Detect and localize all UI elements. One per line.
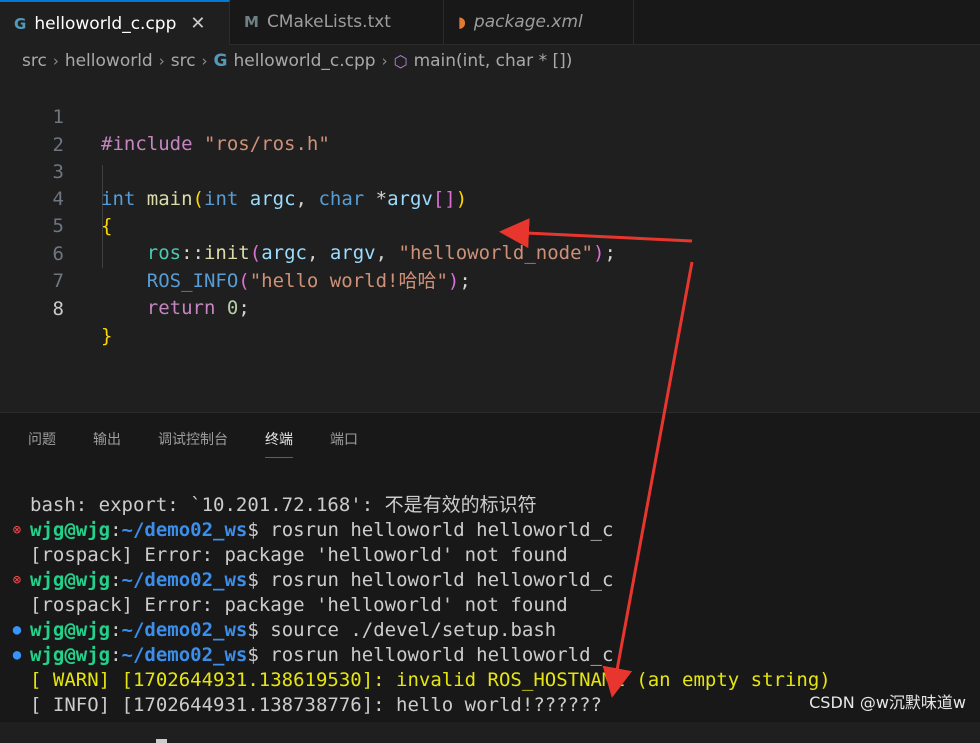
token: return — [146, 297, 216, 319]
tab-problems[interactable]: 问题 — [28, 429, 56, 458]
success-dot-icon[interactable]: ● — [8, 643, 26, 668]
tab-terminal[interactable]: 终端 — [265, 429, 293, 458]
terminal-cursor — [155, 739, 167, 743]
terminal-line: [rospack] Error: package 'helloworld' no… — [30, 594, 568, 616]
breadcrumb-item[interactable]: src — [22, 51, 47, 71]
watermark: CSDN @w沉默味道w — [809, 693, 966, 712]
token: 0 — [226, 297, 239, 319]
tab-ports[interactable]: 端口 — [330, 429, 358, 458]
tab-helloworld-cpp[interactable]: G helloworld_c.cpp ✕ — [0, 0, 230, 45]
code-line-3[interactable]: 3 int main(int argc, char *argv[]) — [0, 132, 980, 210]
tab-label: CMakeLists.txt — [266, 12, 391, 32]
breadcrumb-item[interactable]: helloworld — [65, 51, 153, 71]
terminal-line: ⊗ wjg@wjg:~/demo02_ws$ rosrun helloworld … — [8, 568, 831, 593]
chevron-right-icon: › — [201, 52, 208, 70]
success-dot-icon[interactable]: ● — [8, 618, 26, 643]
code-line-6[interactable]: 6 ROS_INFO("hello world!哈哈"); — [0, 214, 980, 292]
code-line-5[interactable]: 5 ros::init(argc, argv, "helloworld_node… — [0, 186, 980, 264]
error-circle-icon[interactable]: ⊗ — [8, 518, 26, 543]
tab-output[interactable]: 输出 — [93, 429, 121, 458]
line-number: 8 — [52, 298, 64, 320]
breadcrumb-item[interactable]: helloworld_c.cpp — [234, 51, 376, 71]
tab-cmakelists[interactable]: M CMakeLists.txt — [230, 0, 444, 44]
token: } — [101, 325, 113, 347]
breadcrumb-item[interactable]: src — [171, 51, 196, 71]
terminal-prompt-line — [8, 718, 831, 743]
terminal-warn-line: [ WARN] [1702644931.138619530]: invalid … — [30, 669, 831, 691]
rss-file-icon: ◗ — [458, 13, 466, 31]
tab-package-xml[interactable]: ◗ package.xml — [444, 0, 634, 44]
cmake-file-icon: M — [244, 13, 259, 31]
token: ; — [238, 297, 250, 319]
editor-tab-bar: G helloworld_c.cpp ✕ M CMakeLists.txt ◗ … — [0, 0, 980, 45]
code-line-2[interactable]: 2 — [0, 105, 980, 156]
close-icon[interactable]: ✕ — [190, 13, 205, 34]
terminal-line: ⊗ wjg@wjg:~/demo02_ws$ rosrun helloworld … — [8, 518, 831, 543]
terminal-info-line: [ INFO] [1702644931.138738776]: hello wo… — [30, 694, 602, 716]
tab-label: helloworld_c.cpp — [34, 13, 177, 34]
panel-tabs: 问题 输出 调试控制台 终端 端口 — [28, 429, 395, 458]
tab-debug-console[interactable]: 调试控制台 — [158, 429, 228, 458]
chevron-right-icon: › — [381, 52, 388, 70]
error-circle-icon[interactable]: ⊗ — [8, 568, 26, 593]
terminal-line: ● wjg@wjg:~/demo02_ws$ rosrun helloworld … — [8, 643, 831, 668]
chevron-right-icon: › — [52, 52, 59, 70]
terminal-output[interactable]: bash: export: `10.201.72.168': 不是有效的标识符 … — [8, 493, 831, 743]
terminal-line: ● wjg@wjg:~/demo02_ws$ source ./devel/set… — [8, 618, 831, 643]
method-symbol-icon: ⬡ — [393, 51, 408, 71]
code-line-7[interactable]: 7 return 0; — [0, 241, 980, 319]
code-line-8[interactable]: 8 } — [0, 269, 980, 347]
chevron-right-icon: › — [158, 52, 165, 70]
cpp-file-icon: G — [14, 14, 27, 33]
code-editor[interactable]: 1 #include "ros/ros.h" 2 3 int main(int … — [0, 76, 980, 412]
tab-label: package.xml — [473, 12, 583, 32]
code-line-1[interactable]: 1 #include "ros/ros.h" — [0, 77, 980, 155]
bottom-panel: 问题 输出 调试控制台 终端 端口 bash: export: `10.201.… — [0, 412, 980, 743]
terminal-line: bash: export: `10.201.72.168': 不是有效的标识符 — [30, 494, 537, 516]
code-line-4[interactable]: 4 { — [0, 159, 980, 237]
terminal-line: [rospack] Error: package 'helloworld' no… — [30, 544, 568, 566]
breadcrumb-item[interactable]: main(int, char * []) — [414, 51, 573, 71]
breadcrumb: src › helloworld › src › G helloworld_c.… — [22, 48, 572, 74]
cpp-file-icon: G — [213, 51, 228, 71]
